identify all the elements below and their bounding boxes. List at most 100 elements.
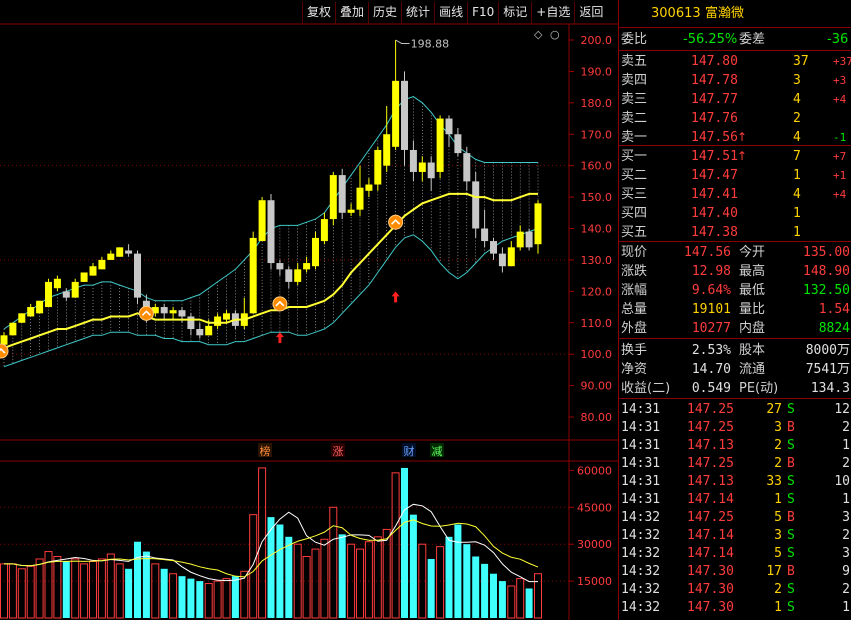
- toolbar-button-2[interactable]: 历史: [368, 2, 401, 23]
- level-change: +7: [833, 150, 847, 163]
- tick-row[interactable]: 14:31 147.25 2 B 2: [619, 454, 851, 472]
- asks-row[interactable]: 卖三 147.77 4 +4: [619, 90, 851, 109]
- tick-direction: B: [787, 510, 795, 525]
- volume-bar: [320, 538, 329, 619]
- volume-bar: [249, 514, 258, 619]
- arrow-up-icon: [391, 291, 400, 303]
- toolbar-button-5[interactable]: F10: [467, 2, 498, 23]
- toolbar-button-8[interactable]: 返回: [574, 2, 607, 23]
- tick-volume: 5: [774, 546, 782, 561]
- candle-body: [392, 80, 400, 147]
- tick-direction: S: [787, 600, 795, 615]
- volume-bar: [356, 548, 364, 619]
- candle-body: [454, 134, 462, 154]
- volume-tick-label: 30000: [577, 538, 612, 551]
- tick-row[interactable]: 14:31 147.13 33 S 10: [619, 472, 851, 490]
- volume-bar: [115, 563, 124, 619]
- quote-panel: 300613 富瀚微 委比 -56.25% 委差 -36 卖五 147.80 37 +…: [618, 0, 851, 620]
- price-tick-label: 190.0: [581, 65, 613, 78]
- volume-bar: [169, 573, 178, 619]
- level-volume: 1: [793, 225, 801, 240]
- peak-pointer: [395, 39, 410, 44]
- toolbar-button-6[interactable]: 标记: [498, 2, 531, 23]
- volume-bar: [454, 524, 462, 618]
- asks-row[interactable]: 卖五 147.80 37 +37: [619, 52, 851, 71]
- candle-body: [98, 259, 106, 270]
- asks-row[interactable]: 卖四 147.78 3 +3: [619, 71, 851, 90]
- volume-bar: [382, 528, 391, 619]
- toolbar-button-3[interactable]: 统计: [401, 2, 434, 23]
- stat-row: 现价 147.56 今开 135.00: [619, 243, 851, 262]
- volume-bar: [391, 472, 400, 619]
- volume-bar: [276, 524, 284, 618]
- tick-volume: 3: [774, 420, 782, 435]
- volume-bar: [525, 588, 533, 618]
- volume-bar: [142, 551, 150, 618]
- tick-direction: S: [787, 546, 795, 561]
- bids-row[interactable]: 买四 147.40 1: [619, 204, 851, 223]
- tick-row[interactable]: 14:31 147.25 27 S 12: [619, 400, 851, 418]
- tick-time: 14:31: [621, 456, 661, 471]
- tick-row[interactable]: 14:31 147.25 3 B 2: [619, 418, 851, 436]
- tick-row[interactable]: 14:32 147.14 5 S 3: [619, 544, 851, 562]
- bids-row[interactable]: 买二 147.47 1 +1: [619, 166, 851, 185]
- wb-value: -56.25%: [683, 32, 738, 47]
- tick-row[interactable]: 14:32 147.25 5 B 3: [619, 508, 851, 526]
- tick-row[interactable]: 14:32 147.30 2 S 2: [619, 580, 851, 598]
- toolbar-button-1[interactable]: 叠加: [335, 2, 368, 23]
- price-tick-label: 160.0: [581, 160, 613, 173]
- stock-code: 300613: [651, 6, 701, 21]
- tick-direction: S: [787, 582, 795, 597]
- level-volume: 1: [793, 168, 801, 183]
- fund-value: 14.70: [691, 362, 731, 377]
- level-price: 147.41: [691, 187, 738, 202]
- tick-time: 14:32: [621, 564, 661, 579]
- price-tick-label: 170.0: [581, 128, 613, 141]
- kline-chart[interactable]: 200.0 190.0 180.0 170.0 160.0 150.0 140.0 130.0…: [0, 0, 618, 620]
- level-label: 买三: [621, 187, 648, 202]
- tick-count: 2: [842, 456, 850, 471]
- candle-body: [320, 219, 328, 242]
- bids-row[interactable]: 买三 147.41 4 +4: [619, 185, 851, 204]
- volume-bar: [187, 578, 195, 618]
- stat-label: 今开: [739, 245, 766, 260]
- stat-value: 12.98: [691, 264, 731, 279]
- toolbar-button-7[interactable]: +自选: [531, 2, 574, 23]
- divider: [619, 50, 851, 51]
- bids-row[interactable]: 买五 147.38 1: [619, 223, 851, 242]
- candle-body: [525, 231, 533, 248]
- tick-row[interactable]: 14:32 147.30 1 S 1: [619, 598, 851, 616]
- fund-row: 收益(二) 0.549 PE(动) 134.3: [619, 379, 851, 398]
- tick-count: 2: [842, 582, 850, 597]
- volume-bar: [204, 583, 213, 619]
- volume-bar: [178, 576, 186, 618]
- tick-time: 14:32: [621, 510, 661, 525]
- order-ratio-row: 委比 -56.25% 委差 -36: [619, 30, 851, 49]
- volume-bar: [213, 580, 222, 619]
- tick-row[interactable]: 14:32 147.14 3 S 2: [619, 526, 851, 544]
- volume-bar: [445, 536, 453, 618]
- circle-icon: ○: [550, 28, 560, 41]
- tick-count: 10: [834, 474, 850, 489]
- stat-row: 涨跌 12.98 最高 148.90: [619, 262, 851, 281]
- candle-body: [347, 209, 355, 213]
- tick-row[interactable]: 14:32 147.30 17 B 9: [619, 562, 851, 580]
- level-volume: 37: [793, 54, 809, 69]
- candle-body: [374, 149, 382, 185]
- toolbar-button-4[interactable]: 画线: [434, 2, 467, 23]
- tick-row[interactable]: 14:31 147.14 1 S 1: [619, 490, 851, 508]
- asks-row[interactable]: 卖二 147.76 2: [619, 109, 851, 128]
- stat-value: 9.64%: [691, 283, 731, 298]
- level-price: 147.78: [691, 73, 738, 88]
- toolbar-button-0[interactable]: 复权: [302, 2, 335, 23]
- candle-body: [472, 181, 480, 229]
- bids-row[interactable]: 买一 147.51 ↑ 7 +7: [619, 147, 851, 166]
- stat-value: 10277: [691, 321, 731, 336]
- volume-bar: [8, 563, 17, 619]
- tick-price: 147.14: [687, 546, 734, 561]
- price-tick-label: 110.0: [581, 317, 613, 330]
- tick-row[interactable]: 14:31 147.13 2 S 1: [619, 436, 851, 454]
- stat-label: 现价: [621, 245, 648, 260]
- signal-circle-icon: [272, 296, 288, 312]
- candle-body: [383, 134, 391, 166]
